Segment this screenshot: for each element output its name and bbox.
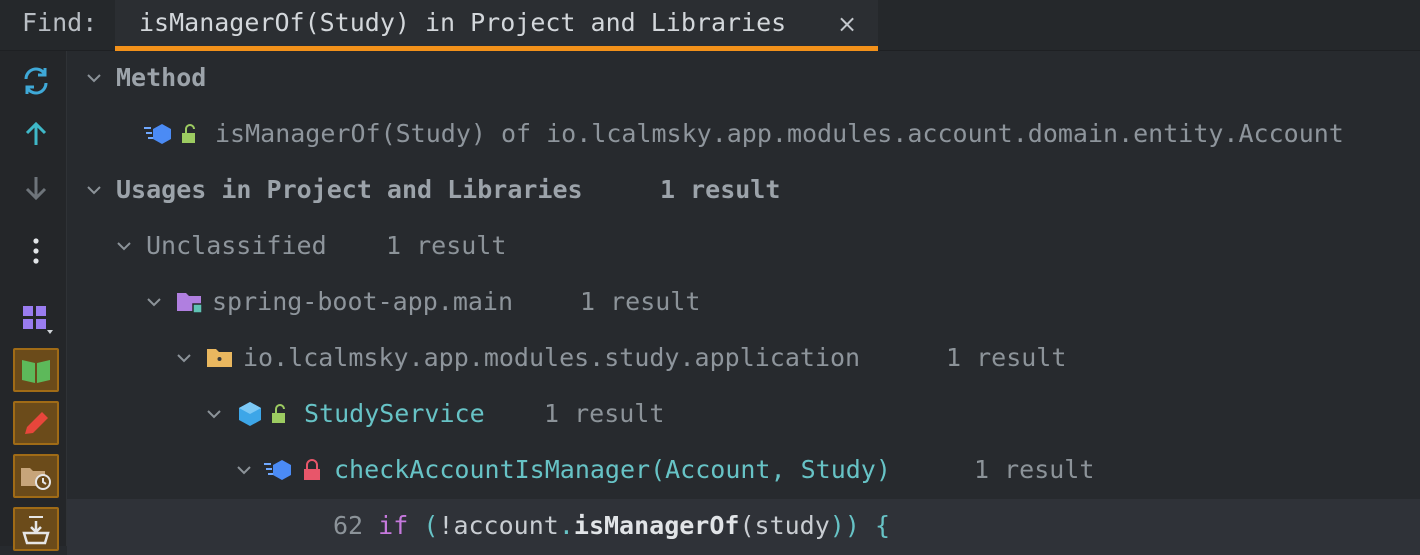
arrow-up-icon[interactable] — [14, 113, 58, 157]
usage-code: 62 if (!account.isManagerOf(study)) { — [333, 511, 890, 540]
tree-node-usage-method[interactable]: checkAccountIsManager(Account, Study) 1 … — [67, 443, 1420, 499]
class-count: 1 result — [544, 399, 665, 428]
method-icon — [264, 460, 291, 480]
code-close: )) — [829, 511, 860, 540]
code-receiver: !account — [438, 511, 559, 540]
chevron-down-icon[interactable] — [145, 293, 163, 311]
public-unlock-icon — [272, 404, 285, 423]
module-label: spring-boot-app.main — [212, 287, 514, 316]
method-header-label: Method — [116, 63, 207, 92]
import-icon — [22, 516, 50, 545]
package-folder-icon — [207, 349, 232, 367]
book-icon — [22, 360, 50, 383]
code-brace: { — [874, 511, 891, 540]
tree-node-method-target[interactable]: isManagerOf(Study) of io.lcalmsky.app.mo… — [67, 107, 1420, 163]
chevron-down-icon[interactable] — [115, 237, 133, 255]
unclassified-label: Unclassified — [146, 231, 327, 260]
method-icon — [144, 124, 171, 144]
code-paren-open: ( — [423, 511, 439, 540]
usage-method-label: checkAccountIsManager(Account, Study) — [334, 455, 891, 484]
code-args-open: ( — [739, 511, 755, 540]
close-icon[interactable]: × — [837, 10, 857, 38]
usages-count: 1 result — [660, 175, 781, 204]
chevron-down-icon[interactable] — [85, 69, 103, 87]
import-button[interactable] — [13, 507, 59, 551]
tree-node-usages-header[interactable]: Usages in Project and Libraries 1 result — [67, 163, 1420, 219]
tree-node-module[interactable]: spring-boot-app.main 1 result — [67, 275, 1420, 331]
chevron-down-icon[interactable] — [85, 181, 103, 199]
code-dot: . — [558, 511, 574, 540]
method-signature: isManagerOf(Study) of io.lcalmsky.app.mo… — [215, 119, 1344, 148]
module-count: 1 result — [580, 287, 701, 316]
edit-button[interactable] — [13, 401, 59, 445]
refresh-icon[interactable] — [14, 59, 58, 103]
line-number: 62 — [333, 511, 364, 540]
package-count: 1 result — [946, 343, 1067, 372]
private-lock-icon — [304, 459, 320, 480]
package-label: io.lcalmsky.app.modules.study.applicatio… — [243, 343, 861, 372]
find-results-tree: Method isManagerOf(Study) of io.lcalmsky… — [67, 51, 1420, 555]
usages-header-label: Usages in Project and Libraries — [116, 175, 583, 204]
tree-node-class[interactable]: StudyService 1 result — [67, 387, 1420, 443]
class-icon — [239, 402, 261, 426]
find-label: Find: — [22, 8, 98, 37]
layout-grid-icon[interactable] — [14, 297, 58, 341]
chevron-down-icon[interactable] — [205, 405, 223, 423]
class-label: StudyService — [304, 399, 485, 428]
code-match: isManagerOf — [573, 511, 740, 540]
public-unlock-icon — [182, 124, 195, 143]
tree-node-method-header[interactable]: Method — [67, 51, 1420, 107]
book-button[interactable] — [13, 348, 59, 392]
tab-title: isManagerOf(Study) in Project and Librar… — [139, 8, 787, 37]
more-vertical-icon[interactable] — [14, 229, 58, 273]
arrow-down-icon[interactable] — [14, 165, 58, 209]
unclassified-count: 1 result — [386, 231, 507, 260]
usage-line[interactable]: 62 if (!account.isManagerOf(study)) { — [67, 499, 1420, 555]
chevron-down-icon[interactable] — [235, 461, 253, 479]
folder-history-button[interactable] — [13, 454, 59, 498]
tree-node-package[interactable]: io.lcalmsky.app.modules.study.applicatio… — [67, 331, 1420, 387]
usage-method-count: 1 result — [974, 455, 1095, 484]
module-folder-icon — [177, 293, 203, 314]
tree-node-unclassified[interactable]: Unclassified 1 result — [67, 219, 1420, 275]
find-toolbar: Find: isManagerOf(Study) in Project and … — [0, 0, 1420, 51]
tool-sidebar — [0, 51, 67, 551]
folder-history-icon — [21, 468, 51, 490]
tab-find-results[interactable]: isManagerOf(Study) in Project and Librar… — [115, 0, 878, 51]
code-keyword: if — [378, 511, 409, 540]
code-arg: study — [754, 511, 830, 540]
chevron-down-icon[interactable] — [175, 349, 193, 367]
pencil-icon — [25, 412, 48, 434]
